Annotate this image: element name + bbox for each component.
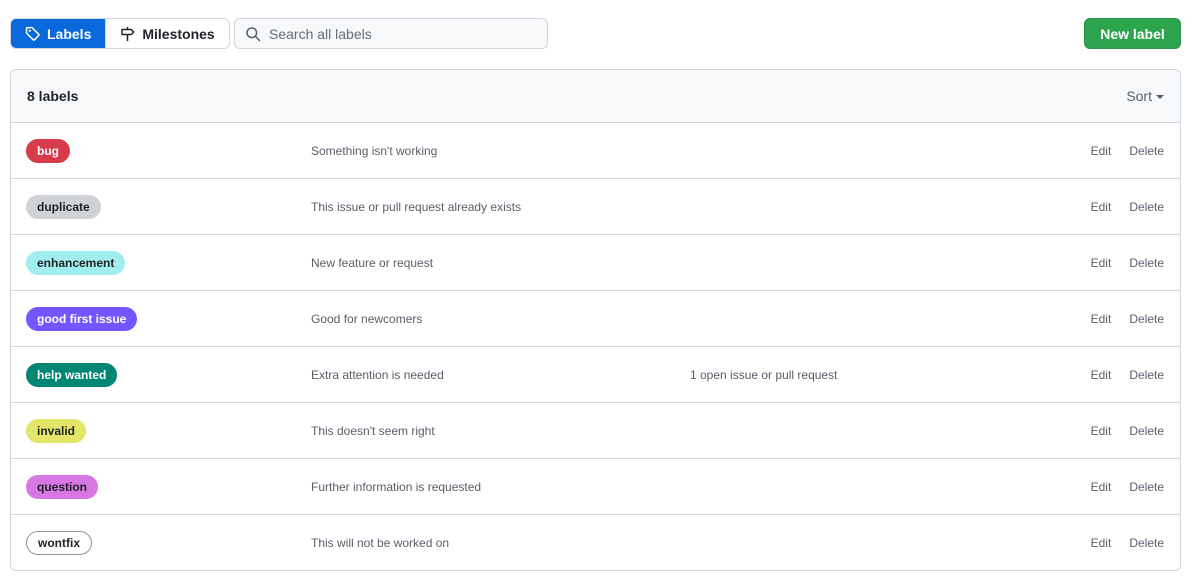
- label-row: good first issue Good for newcomers Edit De…: [11, 291, 1180, 347]
- milestone-icon: [121, 26, 135, 41]
- edit-label-button[interactable]: Edit: [1091, 256, 1112, 270]
- label-description: Something isn't working: [311, 144, 438, 158]
- labels-count: 8 labels: [27, 88, 79, 104]
- labels-tab-label: Labels: [47, 25, 92, 42]
- label-description: Extra attention is needed: [311, 368, 444, 382]
- delete-label-button[interactable]: Delete: [1129, 256, 1164, 270]
- labels-tab[interactable]: Labels: [11, 19, 106, 48]
- delete-label-button[interactable]: Delete: [1129, 200, 1164, 214]
- label-pill[interactable]: duplicate: [26, 195, 101, 219]
- edit-label-button[interactable]: Edit: [1091, 312, 1112, 326]
- delete-label-button[interactable]: Delete: [1129, 424, 1164, 438]
- label-description: This issue or pull request already exist…: [311, 200, 522, 214]
- label-actions: Edit Delete: [1091, 368, 1164, 382]
- label-actions: Edit Delete: [1091, 144, 1164, 158]
- edit-label-button[interactable]: Edit: [1091, 368, 1112, 382]
- label-description: Good for newcomers: [311, 312, 423, 326]
- search-box: [234, 18, 548, 49]
- label-pill[interactable]: help wanted: [26, 363, 118, 387]
- label-pill[interactable]: invalid: [26, 419, 87, 443]
- label-description: This will not be worked on: [311, 536, 450, 550]
- new-label-button[interactable]: New label: [1084, 18, 1181, 49]
- milestones-tab-label: Milestones: [142, 25, 215, 42]
- label-pill[interactable]: enhancement: [26, 251, 126, 275]
- label-actions: Edit Delete: [1091, 424, 1164, 438]
- labels-toolbar: Labels Milestones New label: [10, 18, 1181, 49]
- label-description: Further information is requested: [311, 480, 482, 494]
- edit-label-button[interactable]: Edit: [1091, 144, 1112, 158]
- delete-label-button[interactable]: Delete: [1129, 312, 1164, 326]
- label-description: New feature or request: [311, 256, 434, 270]
- tag-icon: [25, 26, 40, 41]
- labels-list: 8 labels Sort bug Something isn't working…: [10, 69, 1181, 571]
- label-pill[interactable]: question: [26, 475, 98, 499]
- label-row: question Further information is requested…: [11, 459, 1180, 515]
- labels-rows: bug Something isn't working Edit Delete dupl…: [11, 123, 1180, 570]
- label-pill[interactable]: bug: [26, 139, 70, 163]
- edit-label-button[interactable]: Edit: [1091, 424, 1112, 438]
- label-row: wontfix This will not be worked on Edit Del…: [11, 515, 1180, 570]
- label-pill[interactable]: wontfix: [26, 531, 92, 555]
- labels-milestones-switch: Labels Milestones: [10, 18, 230, 49]
- milestones-tab[interactable]: Milestones: [105, 19, 229, 48]
- search-icon: [246, 26, 261, 41]
- delete-label-button[interactable]: Delete: [1129, 536, 1164, 550]
- edit-label-button[interactable]: Edit: [1091, 480, 1112, 494]
- sort-label: Sort: [1126, 88, 1152, 104]
- label-actions: Edit Delete: [1091, 200, 1164, 214]
- label-actions: Edit Delete: [1091, 256, 1164, 270]
- delete-label-button[interactable]: Delete: [1129, 144, 1164, 158]
- label-issues-link[interactable]: 1 open issue or pull request: [690, 368, 837, 382]
- sort-dropdown[interactable]: Sort: [1126, 88, 1164, 104]
- caret-down-icon: [1156, 95, 1164, 99]
- labels-list-header: 8 labels Sort: [11, 70, 1180, 123]
- label-actions: Edit Delete: [1091, 312, 1164, 326]
- label-row: help wanted Extra attention is needed 1 op…: [11, 347, 1180, 403]
- label-row: bug Something isn't working Edit Delete: [11, 123, 1180, 179]
- delete-label-button[interactable]: Delete: [1129, 480, 1164, 494]
- label-actions: Edit Delete: [1091, 536, 1164, 550]
- delete-label-button[interactable]: Delete: [1129, 368, 1164, 382]
- label-actions: Edit Delete: [1091, 480, 1164, 494]
- label-row: enhancement New feature or request Edit Del…: [11, 235, 1180, 291]
- search-input[interactable]: [269, 25, 547, 42]
- edit-label-button[interactable]: Edit: [1091, 200, 1112, 214]
- label-row: duplicate This issue or pull request alre…: [11, 179, 1180, 235]
- label-row: invalid This doesn't seem right Edit Delete: [11, 403, 1180, 459]
- label-pill[interactable]: good first issue: [26, 307, 138, 331]
- edit-label-button[interactable]: Edit: [1091, 536, 1112, 550]
- label-description: This doesn't seem right: [311, 424, 435, 438]
